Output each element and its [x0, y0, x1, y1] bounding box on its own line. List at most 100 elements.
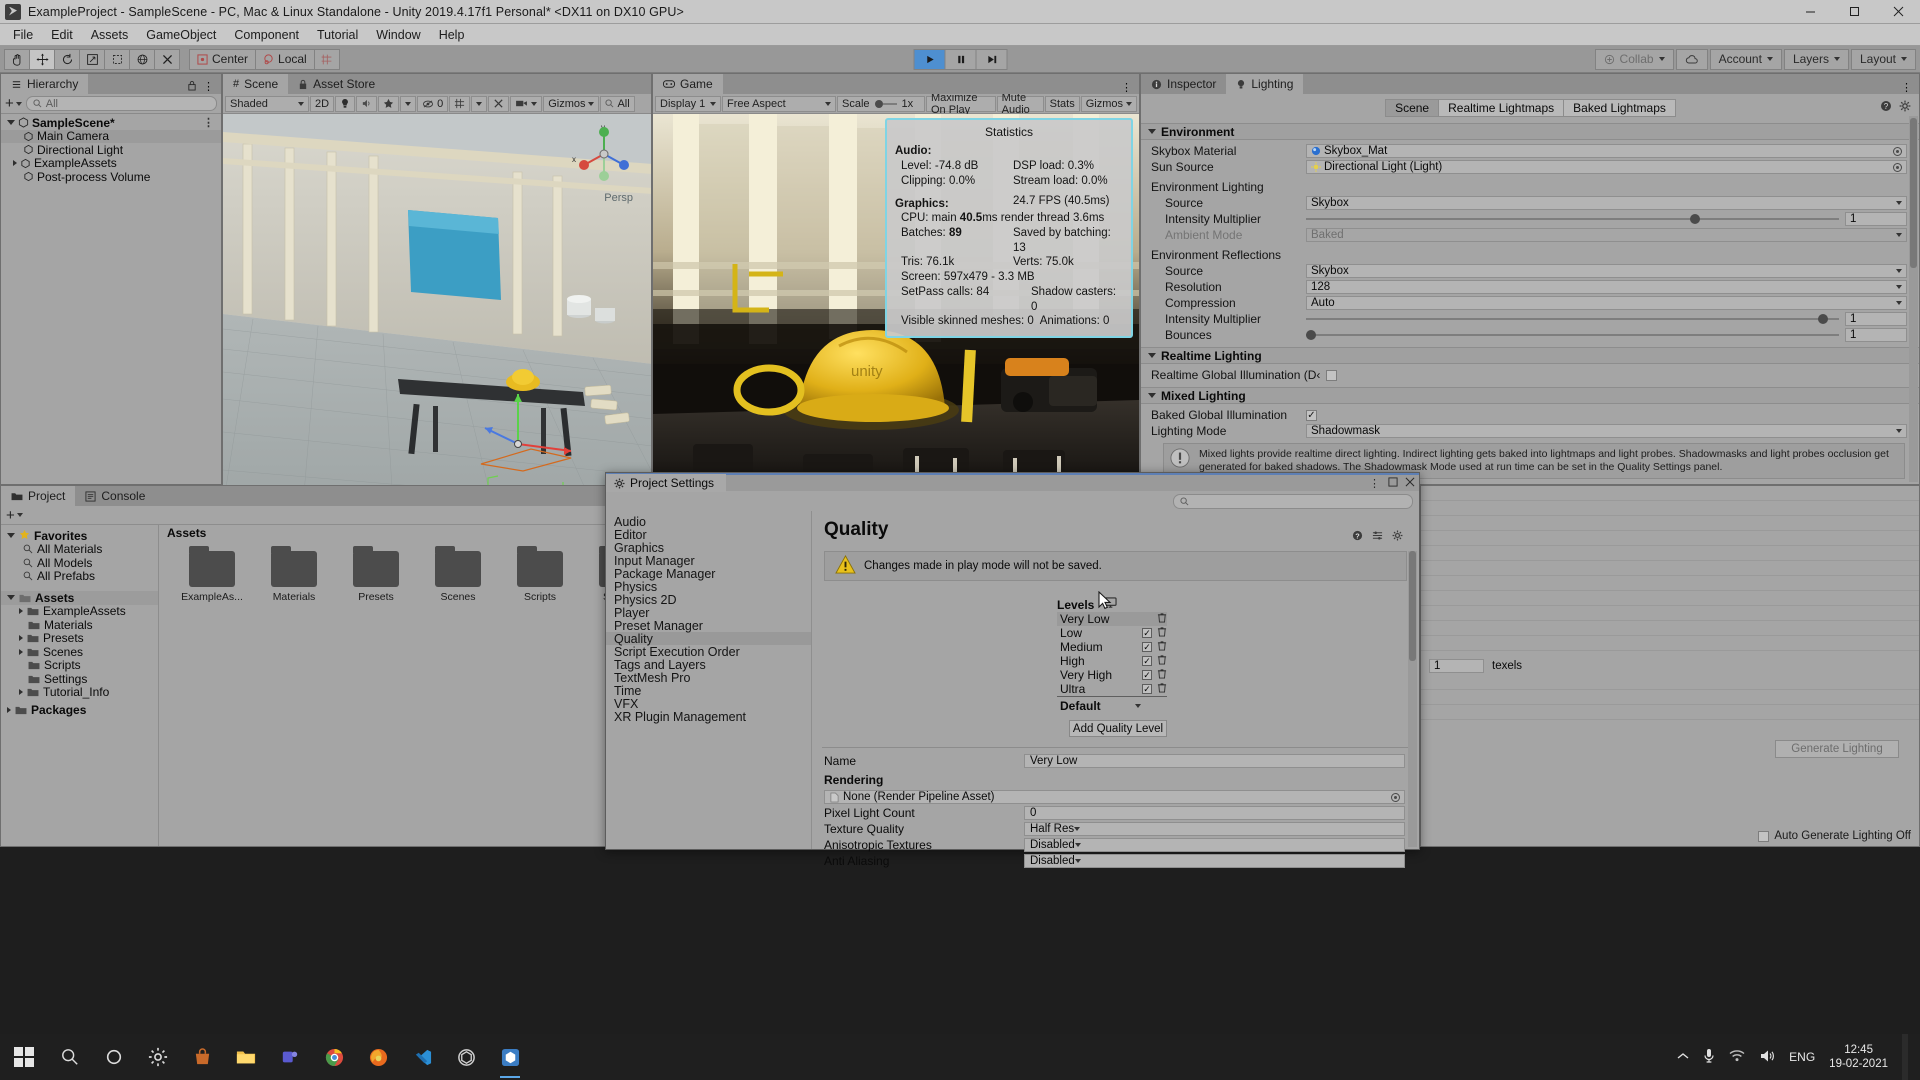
transform-tool-icon[interactable] [129, 48, 155, 70]
texture-quality-dropdown[interactable]: Half Res [1024, 822, 1405, 836]
scene-axis-gizmo[interactable]: y x [571, 120, 637, 190]
account-button[interactable]: Account [1709, 48, 1782, 70]
settings-category-editor[interactable]: Editor [606, 528, 811, 542]
gizmos-dropdown[interactable]: Gizmos [543, 95, 600, 112]
scene-viewport[interactable]: y x Persp [223, 114, 651, 504]
chevron-right-icon[interactable] [7, 706, 11, 713]
hierarchy-item-exampleassets[interactable]: ExampleAssets [1, 156, 221, 170]
maximize-on-play-toggle[interactable]: Maximize On Play [926, 92, 996, 116]
settings-category-audio[interactable]: Audio [606, 515, 811, 529]
object-picker-icon[interactable] [1391, 792, 1400, 802]
project-tree-assets[interactable]: Assets [1, 591, 158, 605]
pivot-mode-button[interactable]: Center [189, 48, 257, 70]
help-icon[interactable]: ? [1352, 525, 1363, 547]
lighting-mode-dropdown[interactable]: Shadowmask [1306, 424, 1907, 438]
scene-tools-icon[interactable] [488, 95, 510, 112]
anisotropic-textures-dropdown[interactable]: Disabled [1024, 838, 1405, 852]
delete-level-icon[interactable] [1157, 612, 1167, 626]
auto-generate-checkbox[interactable] [1758, 830, 1770, 842]
bounces-value[interactable]: 1 [1845, 328, 1907, 342]
project-settings-tab[interactable]: Project Settings [606, 474, 727, 492]
quality-level-very-low[interactable]: Very Low [1057, 612, 1167, 626]
project-tree-exampleassets[interactable]: ExampleAssets [1, 604, 158, 618]
baked-gi-checkbox[interactable]: ✓ [1306, 409, 1317, 421]
chevron-right-icon[interactable] [19, 608, 23, 615]
quality-level-checkbox[interactable]: ✓ [1142, 628, 1152, 638]
menu-file[interactable]: File [4, 26, 42, 44]
hierarchy-search-input[interactable]: All [25, 96, 217, 111]
standalone-platform-icon[interactable] [1104, 597, 1117, 612]
menu-tutorial[interactable]: Tutorial [308, 26, 367, 44]
gear-icon[interactable] [1392, 525, 1403, 547]
taskbar-cortana-icon[interactable] [92, 1034, 136, 1080]
taskbar-vscode-icon[interactable] [400, 1034, 444, 1080]
layers-button[interactable]: Layers [1783, 48, 1849, 70]
tab-lighting[interactable]: Lighting [1226, 74, 1304, 94]
taskbar-store-icon[interactable] [180, 1034, 224, 1080]
hierarchy-item-postprocess-volume[interactable]: Post-process Volume [1, 170, 221, 184]
tab-lighting-scene[interactable]: Scene [1385, 99, 1440, 117]
chevron-right-icon[interactable] [19, 635, 23, 642]
settings-category-textmesh-pro[interactable]: TextMesh Pro [606, 671, 811, 685]
taskbar-firefox-icon[interactable] [356, 1034, 400, 1080]
refl-intensity-value[interactable]: 1 [1845, 312, 1907, 326]
render-pipeline-objectfield[interactable]: None (Render Pipeline Asset) [824, 790, 1405, 804]
taskbar-explorer-icon[interactable] [224, 1034, 268, 1080]
grid-snap-icon[interactable] [313, 48, 340, 70]
create-asset-button[interactable]: + [6, 508, 23, 523]
settings-category-input-manager[interactable]: Input Manager [606, 554, 811, 568]
project-tree-presets[interactable]: Presets [1, 631, 158, 645]
texels-field[interactable]: 1 [1429, 659, 1484, 673]
add-gameobject-button[interactable]: + [5, 96, 22, 111]
pixel-light-count-input[interactable]: 0 [1024, 806, 1405, 820]
chevron-down-icon[interactable] [7, 120, 15, 126]
section-environment[interactable]: Environment [1141, 123, 1919, 140]
settings-category-preset-manager[interactable]: Preset Manager [606, 619, 811, 633]
settings-category-physics[interactable]: Physics [606, 580, 811, 594]
quality-level-low[interactable]: Low ✓ [1057, 626, 1167, 640]
resolution-dropdown[interactable]: 128 [1306, 280, 1907, 294]
settings-category-tags-and-layers[interactable]: Tags and Layers [606, 658, 811, 672]
taskbar-teams-icon[interactable] [268, 1034, 312, 1080]
step-button[interactable] [975, 48, 1008, 70]
scene-grid-dropdown[interactable] [471, 95, 488, 112]
scene-context-menu-icon[interactable]: ⋮ [203, 116, 215, 129]
project-tree-scenes[interactable]: Scenes [1, 645, 158, 659]
quality-level-checkbox[interactable]: ✓ [1142, 642, 1152, 652]
env-source-dropdown[interactable]: Skybox [1306, 196, 1907, 210]
refl-source-dropdown[interactable]: Skybox [1306, 264, 1907, 278]
inspector-menu-icon[interactable]: ⋮ [1901, 81, 1913, 94]
wifi-icon[interactable] [1729, 1049, 1745, 1065]
sun-source-objectfield[interactable]: Directional Light (Light) [1306, 160, 1907, 174]
microphone-icon[interactable] [1703, 1048, 1715, 1067]
scene-lighting-icon[interactable] [335, 95, 356, 112]
cloud-button[interactable] [1675, 48, 1708, 70]
asset-item[interactable]: Scripts [509, 546, 571, 603]
settings-category-player[interactable]: Player [606, 606, 811, 620]
delete-level-icon[interactable] [1157, 626, 1167, 640]
menu-window[interactable]: Window [367, 26, 429, 44]
project-tree-all-prefabs[interactable]: All Prefabs [1, 569, 158, 583]
default-level-row[interactable]: Default [1057, 697, 1167, 714]
section-mixed-lighting[interactable]: Mixed Lighting [1141, 387, 1919, 404]
volume-icon[interactable] [1759, 1049, 1775, 1066]
taskbar-settings-icon[interactable] [136, 1034, 180, 1080]
language-indicator[interactable]: ENG [1789, 1050, 1815, 1064]
quality-level-checkbox[interactable]: ✓ [1142, 684, 1152, 694]
object-picker-icon[interactable] [1893, 162, 1902, 172]
layout-button[interactable]: Layout [1850, 48, 1916, 70]
inspector-scrollbar[interactable] [1909, 116, 1918, 482]
tab-scene[interactable]: # Scene [223, 74, 289, 94]
menu-edit[interactable]: Edit [42, 26, 82, 44]
settings-category-physics-2d[interactable]: Physics 2D [606, 593, 811, 607]
scene-audio-icon[interactable] [356, 95, 378, 112]
menu-help[interactable]: Help [430, 26, 474, 44]
scale-tool-icon[interactable] [79, 48, 105, 70]
mute-audio-toggle[interactable]: Mute Audio [996, 92, 1044, 116]
pivot-rotation-button[interactable]: Local [255, 48, 315, 70]
move-tool-icon[interactable] [29, 48, 55, 70]
quality-level-checkbox[interactable]: ✓ [1142, 670, 1152, 680]
taskbar-clock[interactable]: 12:45 19-02-2021 [1829, 1043, 1888, 1072]
project-settings-search-input[interactable] [1173, 493, 1413, 509]
project-tree-tutorial-info[interactable]: Tutorial_Info [1, 685, 158, 699]
